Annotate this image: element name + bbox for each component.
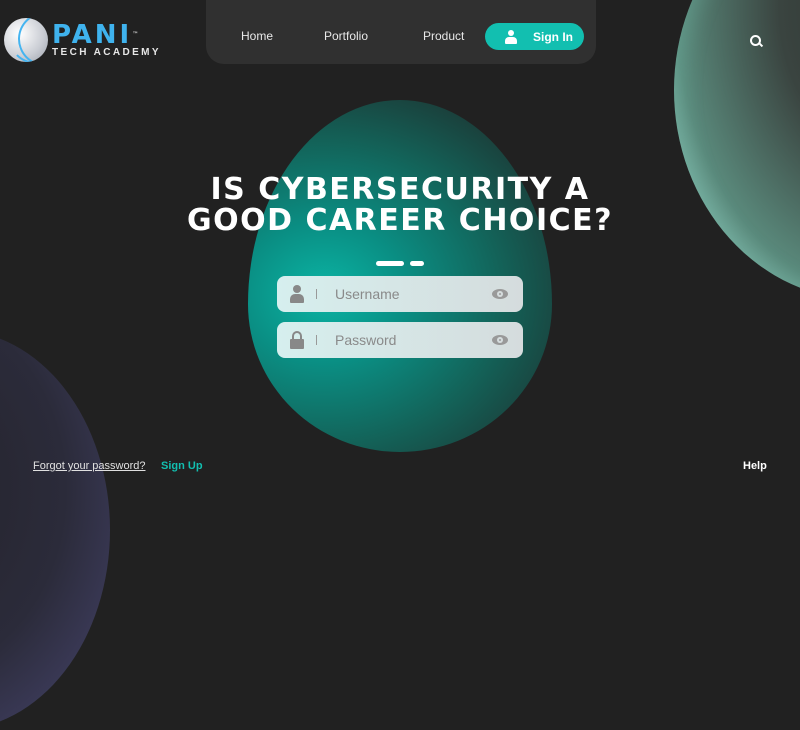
nav-portfolio[interactable]: Portfolio [324, 29, 368, 43]
brand-tagline: TECH ACADEMY [52, 46, 161, 58]
lock-icon [290, 331, 304, 349]
sign-in-button[interactable]: Sign In [485, 23, 584, 50]
brand-logo[interactable]: PANI™ TECH ACADEMY [4, 18, 161, 62]
password-field [277, 322, 523, 358]
user-icon [290, 285, 304, 303]
divider-dash-short [410, 261, 424, 266]
brand-name: PANI [52, 19, 133, 50]
username-field [277, 276, 523, 312]
sign-in-label: Sign In [533, 29, 573, 44]
page-title: IS CYBERSECURITY A GOOD CAREER CHOICE? [150, 174, 650, 236]
field-separator [316, 335, 317, 345]
eye-icon[interactable] [492, 335, 508, 345]
help-link[interactable]: Help [743, 460, 767, 472]
top-navigation: Home Portfolio Product Sign In [206, 0, 596, 64]
eye-icon[interactable] [492, 289, 508, 299]
nav-product[interactable]: Product [423, 29, 464, 43]
decorative-bubble-left [0, 330, 110, 730]
sign-up-link[interactable]: Sign Up [161, 460, 203, 472]
user-icon [505, 29, 517, 44]
nav-home[interactable]: Home [241, 29, 273, 43]
forgot-password-link[interactable]: Forgot your password? [33, 460, 146, 472]
trademark: ™ [132, 30, 142, 38]
field-separator [316, 289, 317, 299]
decorative-bubble-right [674, 0, 800, 300]
divider-dash-long [376, 261, 404, 266]
title-line-2: GOOD CAREER CHOICE? [186, 203, 614, 238]
username-input[interactable] [333, 285, 487, 303]
globe-icon [4, 18, 48, 62]
password-input[interactable] [333, 331, 487, 349]
title-line-1: IS CYBERSECURITY A [210, 172, 590, 207]
search-icon[interactable] [750, 35, 762, 47]
